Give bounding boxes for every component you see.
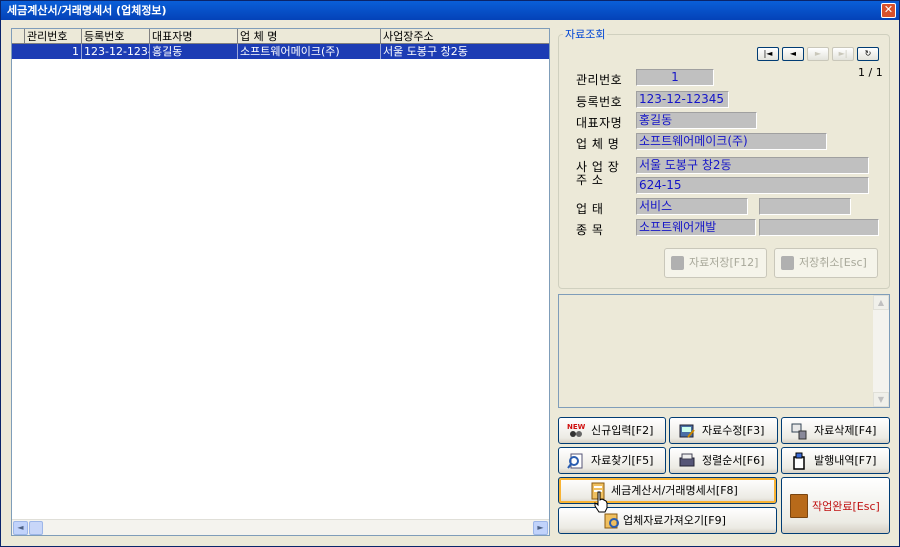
memo-textarea[interactable]: ▲ ▼ [558, 294, 890, 408]
delete-label: 자료삭제[F4] [814, 424, 877, 437]
cell-mgmt-no: 1 [25, 44, 82, 59]
history-label: 발행내역[F7] [814, 454, 877, 467]
field-biz-item-extra[interactable] [759, 219, 879, 236]
sort-button[interactable]: 정렬순서[F6] [669, 447, 778, 474]
find-button[interactable]: 자료찾기[F5] [558, 447, 666, 474]
main-window: 세금계산서/거래명세서 (업체정보) ✕ 관리번호 등록번호 대표자명 업 체 … [0, 0, 900, 547]
col-header-mgmt-no[interactable]: 관리번호 [25, 29, 82, 44]
import-company-label: 업체자료가져오기[F9] [623, 514, 726, 527]
svg-text:NEW: NEW [567, 423, 585, 431]
search-icon [567, 453, 583, 469]
import-company-button[interactable]: 업체자료가져오기[F9] [558, 507, 777, 534]
exit-button[interactable]: 작업완료[Esc] [781, 477, 890, 534]
title-bar: 세금계산서/거래명세서 (업체정보) ✕ [1, 1, 899, 20]
label-biz-type: 업 태 [576, 202, 604, 216]
label-company: 업 체 명 [576, 137, 620, 151]
delete-icon [791, 423, 807, 440]
window-title: 세금계산서/거래명세서 (업체정보) [7, 4, 167, 17]
field-address-1[interactable]: 서울 도봉구 창2동 [636, 157, 869, 174]
grid-header: 관리번호 등록번호 대표자명 업 체 명 사업장주소 [12, 29, 549, 44]
new-entry-label: 신규입력[F2] [591, 424, 654, 437]
scroll-right-icon[interactable]: ► [533, 521, 548, 535]
field-address-2[interactable]: 624-15 [636, 177, 869, 194]
grid-corner [12, 29, 25, 44]
company-grid[interactable]: 관리번호 등록번호 대표자명 업 체 명 사업장주소 1 123-12-1234… [11, 28, 550, 536]
save-button[interactable]: 자료저장[F12] [664, 248, 767, 278]
scroll-down-icon[interactable]: ▼ [873, 392, 889, 407]
col-header-company[interactable]: 업 체 명 [238, 29, 381, 44]
door-icon [790, 494, 808, 518]
label-mgmt-no: 관리번호 [576, 73, 623, 87]
field-biz-item[interactable]: 소프트웨어개발 [636, 219, 756, 236]
invoice-label: 세금계산서/거래명세서[F8] [611, 484, 738, 497]
new-entry-button[interactable]: NEW 신규입력[F2] [558, 417, 666, 444]
delete-button[interactable]: 자료삭제[F4] [781, 417, 890, 444]
cell-address: 서울 도봉구 창2동 [383, 45, 468, 58]
last-record-button[interactable]: ►| [832, 47, 854, 61]
first-record-button[interactable]: |◄ [757, 47, 779, 61]
save-button-label: 자료저장[F12] [689, 256, 759, 269]
field-mgmt-no[interactable]: 1 [636, 69, 714, 86]
find-label: 자료찾기[F5] [591, 454, 654, 467]
close-icon[interactable]: ✕ [881, 3, 896, 18]
vertical-scrollbar[interactable]: ▲ ▼ [873, 295, 889, 407]
field-reg-no[interactable]: 123-12-12345 [636, 91, 729, 108]
scroll-left-icon[interactable]: ◄ [13, 521, 28, 535]
col-header-address[interactable]: 사업장주소 [381, 29, 549, 44]
field-biz-type-extra[interactable] [759, 198, 851, 215]
horizontal-scrollbar[interactable]: ◄ ► [12, 519, 549, 535]
label-rep-name: 대표자명 [576, 116, 623, 130]
scroll-thumb[interactable] [29, 521, 43, 535]
lookup-legend: 자료조회 [563, 26, 608, 42]
cancel-save-button[interactable]: 저장취소[Esc] [774, 248, 878, 278]
field-biz-type[interactable]: 서비스 [636, 198, 748, 215]
disk-icon [781, 256, 794, 270]
col-header-reg-no[interactable]: 등록번호 [82, 29, 150, 44]
edit-label: 자료수정[F3] [702, 424, 765, 437]
table-row[interactable]: 1 123-12-12345 홍길동 소프트웨어메이크(주) 서울 도봉구 창2… [12, 44, 549, 59]
history-button[interactable]: 발행내역[F7] [781, 447, 890, 474]
label-address-2: 주 소 [576, 173, 604, 187]
sort-icon [679, 453, 695, 467]
field-company[interactable]: 소프트웨어메이크(주) [636, 133, 827, 150]
label-reg-no: 등록번호 [576, 95, 623, 109]
col-header-rep-name[interactable]: 대표자명 [150, 29, 238, 44]
disk-icon [671, 256, 684, 270]
cell-rep-name: 홍길동 [150, 44, 238, 59]
scroll-up-icon[interactable]: ▲ [873, 295, 889, 310]
record-count: 1 / 1 [858, 66, 883, 79]
invoice-button[interactable]: 세금계산서/거래명세서[F8] [558, 477, 777, 504]
exit-label: 작업완료[Esc] [812, 500, 880, 513]
history-icon [793, 452, 805, 470]
refresh-button[interactable]: ↻ [857, 47, 879, 61]
edit-button[interactable]: 자료수정[F3] [669, 417, 778, 444]
field-rep-name[interactable]: 홍길동 [636, 112, 757, 129]
cell-reg-no: 123-12-12345 [82, 44, 150, 59]
edit-icon [679, 424, 695, 438]
prev-record-button[interactable]: ◄ [782, 47, 804, 61]
next-record-button[interactable]: ► [807, 47, 829, 61]
import-icon [604, 513, 619, 529]
cell-company: 소프트웨어메이크(주) [238, 44, 381, 59]
sort-label: 정렬순서[F6] [702, 454, 765, 467]
label-biz-item: 종 목 [576, 223, 604, 237]
hand-cursor-icon [594, 491, 608, 513]
new-icon: NEW [567, 423, 585, 437]
cancel-save-button-label: 저장취소[Esc] [799, 256, 867, 269]
